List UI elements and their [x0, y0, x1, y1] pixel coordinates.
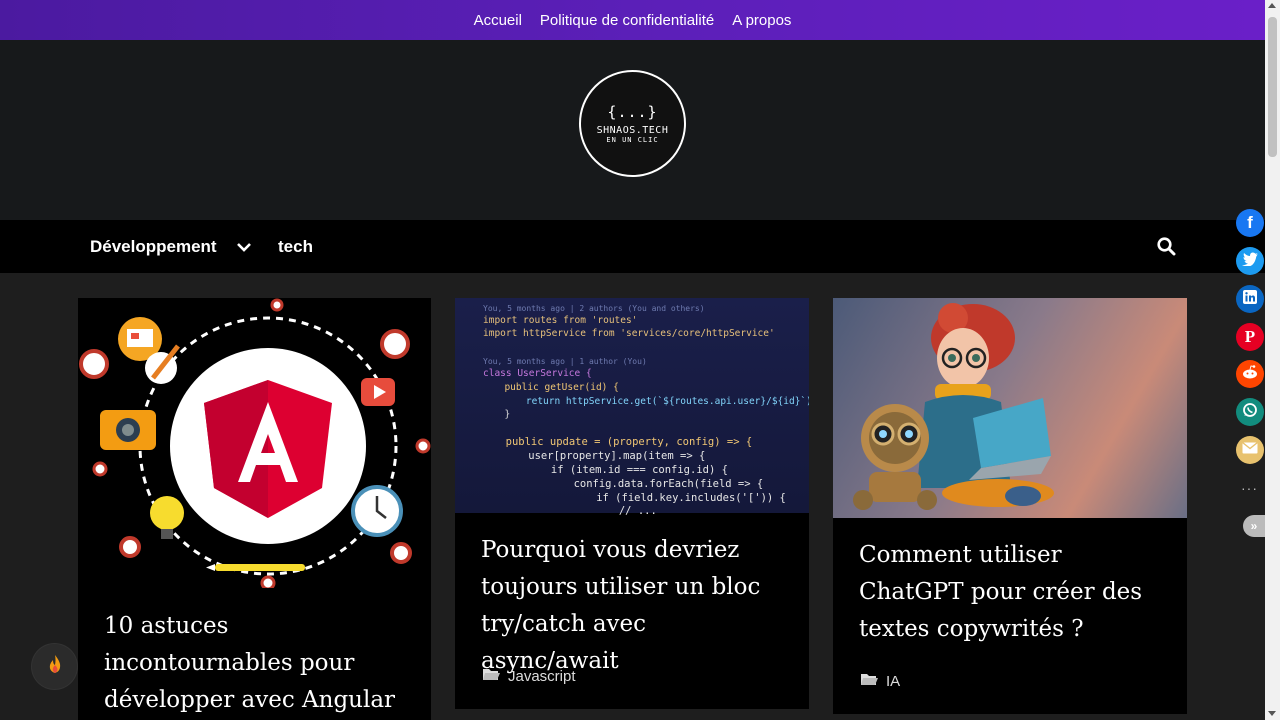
post-title[interactable]: Pourquoi vous devriez toujours utiliser … [481, 532, 789, 680]
category-label[interactable]: IA [886, 673, 900, 690]
share-linkedin-button[interactable] [1236, 285, 1264, 313]
share-facebook-button[interactable]: f [1236, 209, 1264, 237]
angular-illustration-image [79, 298, 431, 591]
post-title[interactable]: Comment utiliser ChatGPT pour créer des … [859, 537, 1167, 648]
share-email-button[interactable] [1236, 436, 1264, 464]
code-line: user[property].map(item => { [503, 450, 706, 462]
folder-icon [860, 672, 878, 691]
girl-robot-laptop-image [853, 303, 1054, 510]
share-collapse-button[interactable]: » [1243, 515, 1265, 537]
post-title[interactable]: 10 astuces incontournables pour développ… [104, 608, 411, 719]
code-line: return httpService.get(`${routes.api.use… [503, 396, 809, 407]
post-thumbnail[interactable] [833, 298, 1187, 518]
code-line: } [493, 409, 511, 420]
pinterest-icon: P [1244, 327, 1256, 346]
code-line: class UserService { [483, 368, 592, 379]
code-line: // ... [543, 505, 657, 517]
post-thumbnail[interactable]: You, 5 months ago | 2 authors (You and o… [455, 298, 809, 517]
scrollbar[interactable] [1265, 0, 1280, 720]
code-screenshot-image: You, 5 months ago | 2 authors (You and o… [455, 298, 809, 517]
code-line: if (field.key.includes('[')) { [533, 492, 786, 504]
whatsapp-icon [1242, 402, 1258, 423]
email-icon [1242, 441, 1258, 459]
code-line: import routes from 'routes' [483, 315, 638, 326]
folder-icon [482, 667, 500, 686]
site-logo[interactable]: {...} SHNAOS.TECH EN UN CLIC [579, 70, 686, 177]
scrollbar-thumb[interactable] [1268, 17, 1277, 157]
post-thumbnail[interactable] [78, 298, 431, 591]
logo-tagline: EN UN CLIC [606, 136, 659, 144]
top-menu: Accueil Politique de confidentialité A p… [0, 0, 1265, 40]
twitter-icon [1242, 252, 1258, 271]
share-pinterest-button[interactable]: P [1236, 323, 1264, 351]
facebook-icon: f [1247, 213, 1253, 232]
code-line: You, 5 months ago | 1 author (You) [483, 357, 647, 366]
dark-mode-toggle[interactable] [32, 644, 77, 689]
category-label[interactable]: Javascript [508, 668, 576, 685]
top-link-about[interactable]: A propos [732, 12, 791, 29]
logo-braces: {...} [607, 103, 658, 121]
post-category[interactable]: Javascript [482, 667, 576, 686]
code-line: if (item.id === config.id) { [513, 464, 728, 476]
logo-name: SHNAOS.TECH [596, 125, 669, 136]
code-line: You, 5 months ago | 2 authors (You and o… [483, 304, 705, 313]
scroll-up-arrow[interactable] [1268, 3, 1276, 8]
top-link-privacy[interactable]: Politique de confidentialité [540, 12, 714, 29]
post-card[interactable]: Comment utiliser ChatGPT pour créer des … [833, 298, 1187, 714]
code-line: config.data.forEach(field => { [523, 478, 764, 490]
code-line: public update = (property, config) => { [493, 436, 753, 448]
site-header: {...} SHNAOS.TECH EN UN CLIC [0, 40, 1265, 220]
share-twitter-button[interactable] [1236, 247, 1264, 275]
post-card[interactable]: 10 astuces incontournables pour développ… [78, 298, 431, 720]
share-reddit-button[interactable] [1236, 360, 1264, 388]
flame-icon [47, 654, 63, 679]
chevron-down-icon[interactable] [236, 220, 252, 273]
main-nav: Développement tech [0, 220, 1265, 273]
share-more-button[interactable]: ··· [1241, 480, 1258, 496]
post-card[interactable]: You, 5 months ago | 2 authors (You and o… [455, 298, 809, 709]
nav-item-developpement[interactable]: Développement [90, 220, 217, 273]
linkedin-icon [1243, 289, 1257, 309]
reddit-icon [1241, 364, 1259, 384]
post-category[interactable]: IA [860, 672, 900, 691]
scroll-down-arrow[interactable] [1268, 711, 1276, 716]
share-whatsapp-button[interactable] [1236, 398, 1264, 426]
search-icon[interactable] [1156, 220, 1176, 273]
top-link-accueil[interactable]: Accueil [474, 12, 522, 29]
code-line: public getUser(id) { [493, 382, 619, 393]
nav-item-tech[interactable]: tech [278, 220, 313, 273]
code-line: import httpService from 'services/core/h… [483, 328, 775, 339]
